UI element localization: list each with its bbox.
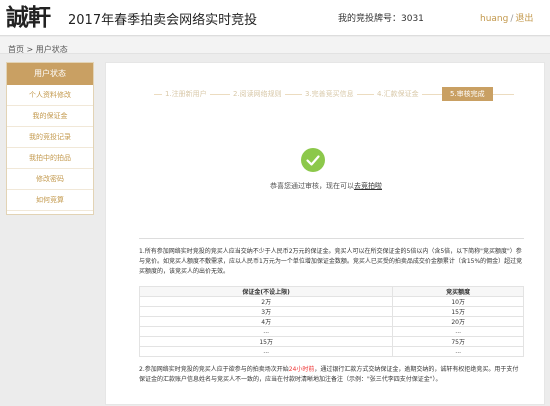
sidebar: 用户状态 个人资料修改 我的保证金 我的竞投记录 我拍中的拍品 修改密码 如何竞… bbox=[6, 62, 94, 215]
username-link[interactable]: huang bbox=[480, 14, 508, 24]
table-row: 3万 15万 bbox=[138, 306, 524, 317]
table-header-quota: 竞买额度 bbox=[392, 286, 524, 297]
sidebar-item-profile[interactable]: 个人资料修改 bbox=[7, 85, 93, 106]
step-1: 1.注册新用户 bbox=[162, 87, 210, 101]
success-check-icon bbox=[301, 148, 325, 172]
table-cell: ... bbox=[138, 346, 394, 357]
go-bid-link[interactable]: 去竞拍啦 bbox=[354, 182, 382, 190]
logo[interactable]: 誠軒 bbox=[6, 3, 60, 33]
table-header-deposit: 保证金(不设上限) bbox=[138, 286, 394, 297]
table-cell: ... bbox=[138, 326, 394, 337]
table-cell: ... bbox=[392, 326, 524, 337]
main-panel: 1.注册新用户 2.阅读网络规则 3.完善竞买信息 4.汇款保证金 5.审核完成… bbox=[105, 62, 545, 405]
step-3: 3.完善竞买信息 bbox=[302, 87, 357, 101]
step-2: 2.阅读网络规则 bbox=[230, 87, 285, 101]
sidebar-title: 用户状态 bbox=[7, 63, 93, 85]
step-5-active: 5.审核完成 bbox=[442, 87, 493, 101]
step-4: 4.汇款保证金 bbox=[374, 87, 422, 101]
table-row: ... ... bbox=[138, 346, 524, 357]
breadcrumb: 首页 > 用户状态 bbox=[0, 37, 550, 54]
note-1: 1.所有参加网络实时竞投的竞买人应当交纳不少于人民币2万元的保证金。竞买人可以在… bbox=[139, 248, 523, 275]
page-title: 2017年春季拍卖会网络实时竞投 bbox=[68, 13, 258, 28]
sidebar-item-how-to[interactable]: 如何竞算 bbox=[7, 190, 93, 211]
table-cell: 4万 bbox=[138, 316, 394, 327]
note-2-deadline: 24小时前 bbox=[288, 366, 315, 373]
note-2: 2.参加网络实时竞投的竞买人应于欲参与的拍卖场次开始24小时前，通过银行汇款方式… bbox=[139, 365, 524, 385]
table-cell: 3万 bbox=[138, 306, 394, 317]
deposit-table: 保证金(不设上限) 竞买额度 2万 10万 3万 15万 4万 20万 ... … bbox=[138, 286, 524, 357]
sidebar-item-deposit[interactable]: 我的保证金 bbox=[7, 106, 93, 127]
table-cell: 75万 bbox=[392, 336, 524, 347]
table-row: ... ... bbox=[138, 326, 524, 337]
sidebar-item-change-password[interactable]: 修改密码 bbox=[7, 169, 93, 190]
table-row: 15万 75万 bbox=[138, 336, 524, 347]
table-row: 4万 20万 bbox=[138, 316, 524, 327]
header: 誠軒 2017年春季拍卖会网络实时竞投 我的竞投牌号：3031 huang / 退出 bbox=[0, 0, 550, 36]
table-cell: ... bbox=[392, 346, 524, 357]
note-2-part-a: 2.参加网络实时竞投的竞买人应于欲参与的拍卖场次开始 bbox=[139, 366, 289, 373]
sidebar-item-won-lots[interactable]: 我拍中的拍品 bbox=[7, 148, 93, 169]
progress-steps: 1.注册新用户 2.阅读网络规则 3.完善竞买信息 4.汇款保证金 5.审核完成 bbox=[154, 87, 514, 101]
success-text: 恭喜您通过审核，现在可以 bbox=[270, 182, 354, 190]
rules-notes: 1.所有参加网络实时竞投的竞买人应当交纳不少于人民币2万元的保证金。竞买人可以在… bbox=[138, 238, 524, 406]
breadcrumb-text[interactable]: 首页 > 用户状态 bbox=[0, 45, 68, 54]
table-cell: 20万 bbox=[392, 316, 524, 327]
table-cell: 2万 bbox=[138, 296, 394, 307]
table-header-row: 保证金(不设上限) 竞买额度 bbox=[138, 286, 524, 297]
user-links: huang / 退出 bbox=[480, 11, 533, 24]
table-row: 2万 10万 bbox=[138, 296, 524, 307]
sidebar-item-bid-records[interactable]: 我的竞投记录 bbox=[7, 127, 93, 148]
success-message: 恭喜您通过审核，现在可以去竞拍啦 bbox=[106, 181, 546, 191]
table-cell: 15万 bbox=[392, 306, 524, 317]
logout-link[interactable]: 退出 bbox=[515, 14, 533, 24]
table-cell: 10万 bbox=[392, 296, 524, 307]
bidder-number: 我的竞投牌号：3031 bbox=[338, 14, 424, 24]
table-cell: 15万 bbox=[138, 336, 394, 347]
